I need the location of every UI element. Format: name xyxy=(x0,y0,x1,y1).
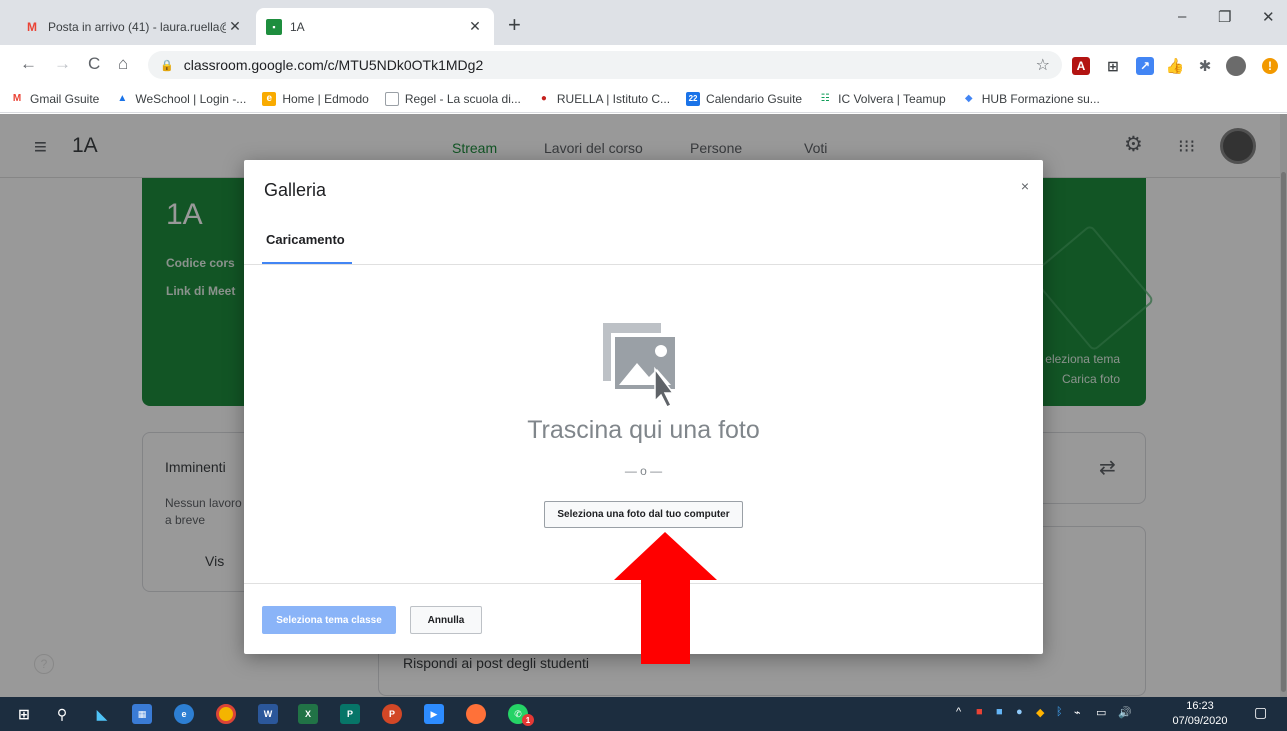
windows-start-icon[interactable]: ⊞ xyxy=(14,704,34,724)
new-tab-button[interactable]: + xyxy=(508,14,521,36)
bookmark-gmail[interactable]: M Gmail Gsuite xyxy=(10,92,100,106)
page-icon xyxy=(384,91,399,106)
windows-taskbar: ⊞ ⚲ ◣ ▦ e W X P P ▶ ✆ 1 ^ ■ ■ ● ◆ ᛒ ⌁ ▭ … xyxy=(0,697,1287,731)
hub-icon: ◆ xyxy=(964,93,973,104)
clock-time: 16:23 xyxy=(1186,700,1214,712)
grid-extension-icon[interactable]: ⊞ xyxy=(1104,57,1122,75)
word-icon[interactable]: W xyxy=(258,704,278,724)
clock-date: 07/09/2020 xyxy=(1172,715,1228,727)
restore-button[interactable]: ❐ xyxy=(1218,8,1231,26)
tray-expand-icon[interactable]: ^ xyxy=(956,706,961,718)
close-window-button[interactable]: ✕ xyxy=(1262,8,1275,26)
drop-zone-text[interactable]: Trascina qui una foto xyxy=(244,416,1043,445)
close-icon[interactable]: × xyxy=(1021,178,1029,194)
tab-classroom[interactable]: ▪ 1A ✕ xyxy=(256,8,494,45)
tab-upload[interactable]: Caricamento xyxy=(266,232,345,247)
cancel-button[interactable]: Annulla xyxy=(410,606,482,634)
edge-icon[interactable]: e xyxy=(174,704,194,724)
store-icon[interactable]: ▦ xyxy=(132,704,152,724)
chrome-icon[interactable] xyxy=(216,704,236,724)
task-app-icon[interactable]: ◣ xyxy=(92,704,112,724)
select-class-theme-button[interactable]: Seleziona tema classe xyxy=(262,606,396,634)
pdf-extension-icon[interactable]: A xyxy=(1072,57,1090,75)
weschool-icon: ▲ xyxy=(117,93,128,104)
address-bar[interactable]: 🔒 classroom.google.com/c/MTU5NDk0OTk1MDg… xyxy=(148,51,1062,79)
edit-extension-icon[interactable]: ↗ xyxy=(1136,57,1154,75)
lock-icon: 🔒 xyxy=(160,59,174,72)
tab-gmail[interactable]: M Posta in arrivo (41) - laura.ruella@ ✕ xyxy=(14,8,254,45)
reload-button[interactable]: C xyxy=(88,55,100,73)
browser-toolbar: ← → C ⌂ 🔒 classroom.google.com/c/MTU5NDk… xyxy=(0,45,1287,85)
close-tab-icon[interactable]: ✕ xyxy=(226,18,244,35)
update-icon[interactable]: ! xyxy=(1262,58,1278,74)
minimize-button[interactable]: – xyxy=(1178,8,1186,25)
image-upload-icon xyxy=(603,323,675,409)
bookmark-calendar[interactable]: 22 Calendario Gsuite xyxy=(686,91,802,106)
firefox-icon[interactable] xyxy=(466,704,486,724)
profile-avatar[interactable] xyxy=(1226,56,1246,76)
bookmark-ruella[interactable]: ● RUELLA | Istituto C... xyxy=(537,92,670,106)
home-button[interactable]: ⌂ xyxy=(118,55,128,73)
search-icon[interactable]: ⚲ xyxy=(52,704,72,724)
bookmark-weschool[interactable]: ▲ WeSchool | Login -... xyxy=(115,92,246,106)
browser-tab-strip: M Posta in arrivo (41) - laura.ruella@ ✕… xyxy=(0,0,1287,45)
volume-icon[interactable]: 🔊 xyxy=(1118,706,1132,719)
powerpoint-icon[interactable]: P xyxy=(382,704,402,724)
puzzle-extension-icon[interactable]: ✱ xyxy=(1196,57,1214,75)
tray-app-icon[interactable]: ● xyxy=(1016,706,1023,718)
bookmark-edmodo[interactable]: e Home | Edmodo xyxy=(262,91,369,106)
tray-app-icon[interactable]: ■ xyxy=(976,706,983,718)
gmail-icon: M xyxy=(27,19,37,34)
tab-label: 1A xyxy=(290,19,305,34)
network-icon[interactable]: ⌁ xyxy=(1074,706,1081,719)
excel-icon[interactable]: X xyxy=(298,704,318,724)
bookmark-hub[interactable]: ◆ HUB Formazione su... xyxy=(962,92,1100,106)
classroom-icon: ▪ xyxy=(266,18,282,35)
notifications-icon[interactable]: ▢ xyxy=(1254,704,1267,721)
or-separator: — o — xyxy=(624,464,663,478)
red-arrow-annotation xyxy=(614,532,717,664)
school-icon: ● xyxy=(540,93,547,104)
tray-app-icon[interactable]: ■ xyxy=(996,706,1003,718)
publisher-icon[interactable]: P xyxy=(340,704,360,724)
bluetooth-icon[interactable]: ᛒ xyxy=(1056,706,1063,718)
dialog-title: Galleria xyxy=(264,180,327,200)
url-text: classroom.google.com/c/MTU5NDk0OTk1MDg2 xyxy=(183,57,484,73)
tray-app-icon[interactable]: ◆ xyxy=(1036,706,1044,719)
select-photo-button[interactable]: Seleziona una foto dal tuo computer xyxy=(544,501,743,528)
bookmark-regel[interactable]: Regel - La scuola di... xyxy=(384,91,521,106)
back-button[interactable]: ← xyxy=(20,55,37,73)
close-tab-icon[interactable]: ✕ xyxy=(466,18,484,35)
whatsapp-badge: 1 xyxy=(522,714,534,726)
teamup-icon: ☷ xyxy=(820,93,830,104)
divider xyxy=(244,264,1043,265)
edmodo-icon: e xyxy=(262,91,277,106)
forward-button[interactable]: → xyxy=(54,55,71,73)
system-clock[interactable]: 16:23 07/09/2020 xyxy=(1170,699,1230,729)
calendar-icon: 22 xyxy=(686,91,701,106)
bookmark-teamup[interactable]: ☷ IC Volvera | Teamup xyxy=(818,92,946,106)
bookmark-star-icon[interactable]: ☆ xyxy=(1036,55,1050,75)
zoom-icon[interactable]: ▶ xyxy=(424,704,444,724)
message-icon[interactable]: ▭ xyxy=(1096,706,1106,719)
bookmarks-bar: M Gmail Gsuite ▲ WeSchool | Login -... e Ho… xyxy=(0,85,1287,113)
tab-label: Posta in arrivo (41) - laura.ruella@ xyxy=(48,19,226,34)
hand-extension-icon[interactable]: 👍 xyxy=(1166,57,1185,75)
help-icon[interactable]: ? xyxy=(34,654,54,674)
gmail-icon: M xyxy=(12,93,22,104)
